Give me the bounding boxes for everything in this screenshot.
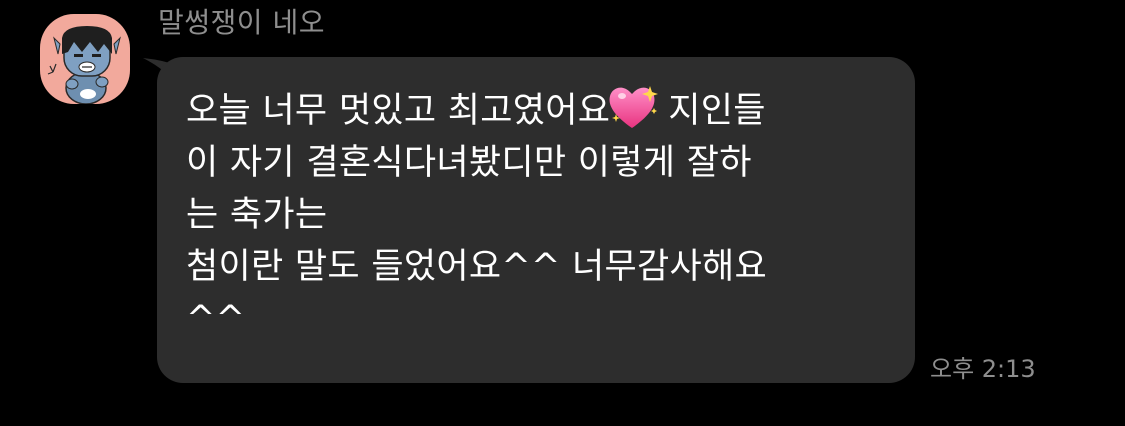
sender-avatar[interactable] xyxy=(40,14,130,104)
message-timestamp: 오후 2:13 xyxy=(930,355,1036,383)
message-text-part-2: 지인들 xyxy=(668,91,766,131)
sender-name: 말썽쟁이 네오 xyxy=(158,6,325,39)
chat-message-row: 말썽쟁이 네오 오늘 너무 멋있고 최고였어요 지인들 이 자기 결혼식다녀봤디… xyxy=(0,0,1125,426)
message-text[interactable]: 오늘 너무 멋있고 최고였어요 지인들 이 자기 결혼식다녀봤디만 이렇게 잘하… xyxy=(186,84,886,345)
kakao-character-avatar-icon xyxy=(47,26,121,104)
message-text-part-1: 오늘 너무 멋있고 최고였어요 xyxy=(186,91,611,131)
sparkling-heart-icon xyxy=(609,86,659,128)
message-text-part-3: 이 자기 결혼식다녀봤디만 이렇게 잘하 는 축가는 첨이란 말도 들었어요^^… xyxy=(186,143,768,339)
